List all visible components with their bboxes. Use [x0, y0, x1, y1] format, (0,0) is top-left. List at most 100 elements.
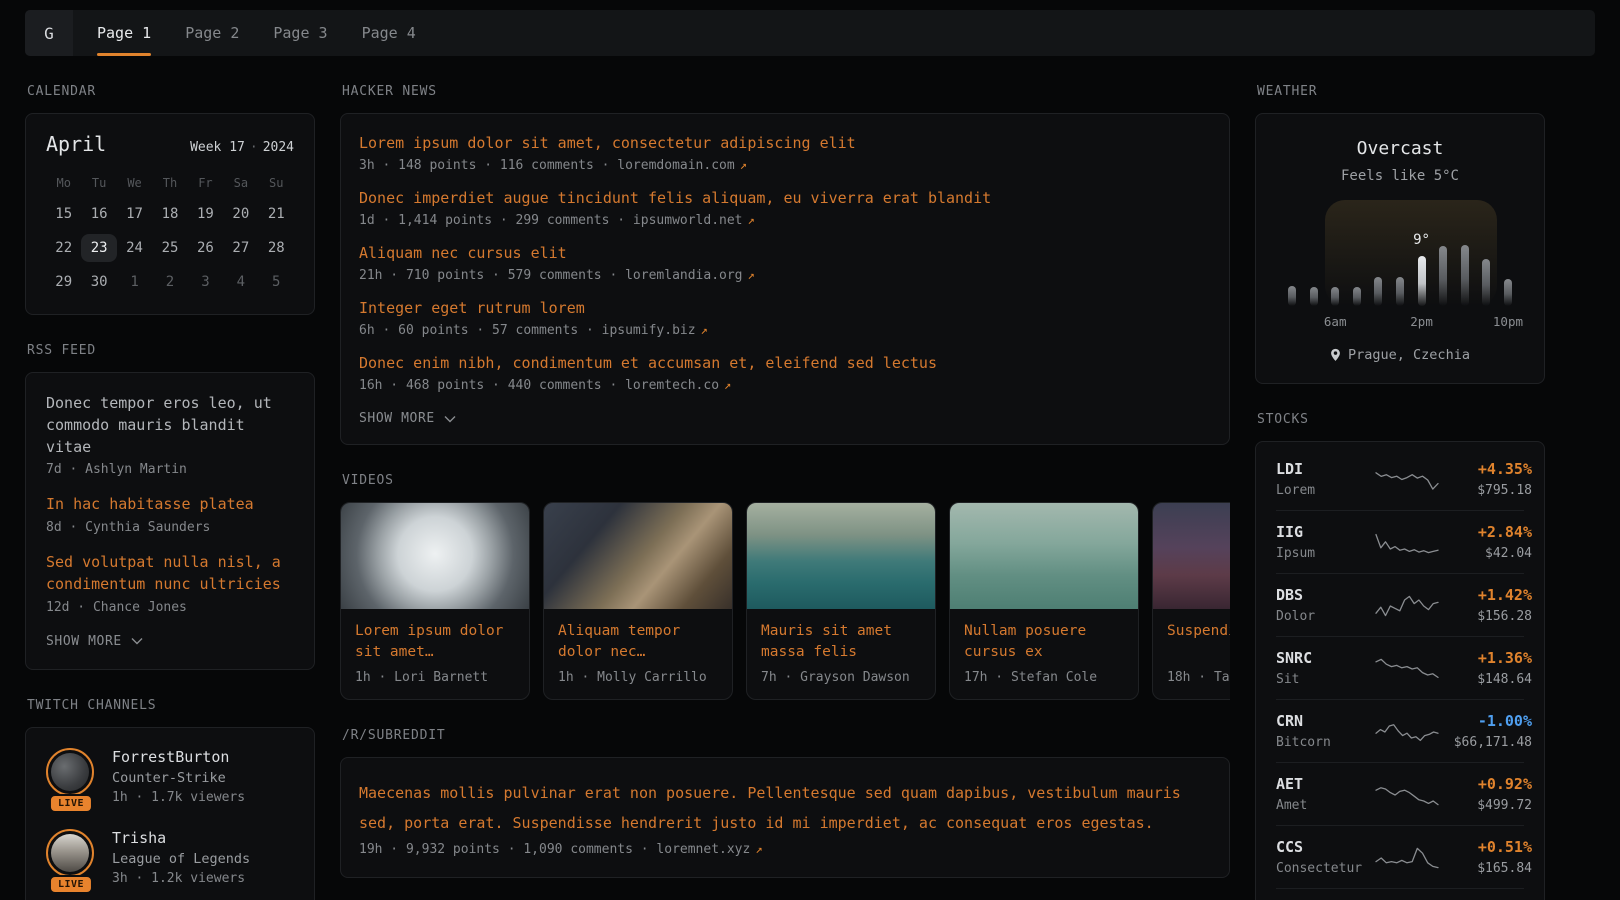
- video-thumbnail[interactable]: [544, 503, 732, 609]
- tab-page-1[interactable]: Page 1: [97, 10, 151, 56]
- calendar-card: April Week 17·2024 MoTuWeThFrSaSu1516171…: [25, 113, 315, 315]
- twitch-channel-info: TrishaLeague of Legends3h · 1.2k viewers: [112, 829, 250, 886]
- weather-widget: WEATHER Overcast Feels like 5°C 9° 6am2p…: [1255, 84, 1545, 384]
- video-thumbnail[interactable]: [950, 503, 1138, 609]
- weather-bar-slot: 9°: [1412, 210, 1432, 306]
- stock-name: Sit: [1276, 672, 1374, 687]
- stocks-widget: STOCKS LDILorem+4.35%$795.18IIGIpsum+2.8…: [1255, 412, 1545, 900]
- weather-section-label: WEATHER: [1257, 84, 1545, 99]
- video-info: Nullam posuere cursus ex17h · Stefan Col…: [950, 609, 1138, 699]
- weather-condition: Overcast: [1274, 138, 1526, 159]
- twitch-channel[interactable]: LIVETrishaLeague of Legends3h · 1.2k vie…: [46, 829, 294, 886]
- tab-page-3[interactable]: Page 3: [273, 10, 327, 56]
- stock-identity: CRNBitcorn: [1276, 712, 1374, 750]
- tab-page-4[interactable]: Page 4: [362, 10, 416, 56]
- stock-symbol[interactable]: IIG: [1276, 523, 1374, 541]
- video-thumbnail[interactable]: [1153, 503, 1230, 609]
- stock-symbol[interactable]: CRN: [1276, 712, 1374, 730]
- calendar-day: 1: [117, 268, 152, 296]
- weather-bar: [1374, 277, 1382, 306]
- stock-row[interactable]: DBSDolor+1.42%$156.28: [1276, 573, 1524, 636]
- calendar-day: 27: [223, 234, 258, 262]
- twitch-channel-game: Counter-Strike: [112, 770, 245, 786]
- calendar-day: 28: [259, 234, 294, 262]
- hn-item-meta: 16h · 468 points · 440 comments · loremt…: [359, 378, 1211, 393]
- stock-sparkline: [1374, 527, 1440, 557]
- weather-bar-slot: [1433, 210, 1453, 306]
- app-logo[interactable]: G: [25, 10, 73, 56]
- stock-row[interactable]: AETAmet+0.92%$499.72: [1276, 762, 1524, 825]
- stock-row[interactable]: SNRCSit+1.36%$148.64: [1276, 636, 1524, 699]
- subreddit-post-link[interactable]: Maecenas mollis pulvinar erat non posuer…: [359, 778, 1211, 838]
- stock-sparkline: [1374, 716, 1440, 746]
- calendar-day: 18: [152, 200, 187, 228]
- twitch-channel-name[interactable]: ForrestBurton: [112, 748, 245, 766]
- avatar-ring: [46, 829, 94, 877]
- stock-row[interactable]: IIGIpsum+2.84%$42.04: [1276, 510, 1524, 573]
- hn-item-link[interactable]: Integer eget rutrum lorem: [359, 299, 1211, 317]
- video-title: Aliquam tempor dolor nec pharetra…: [558, 621, 718, 663]
- video-card[interactable]: Lorem ipsum dolor sit amet consectetu…1h…: [340, 502, 530, 700]
- weather-hourly-chart: 9°: [1282, 210, 1518, 306]
- video-thumbnail[interactable]: [341, 503, 529, 609]
- tab-page-2[interactable]: Page 2: [185, 10, 239, 56]
- video-card[interactable]: Aliquam tempor dolor nec pharetra…1h · M…: [543, 502, 733, 700]
- video-card[interactable]: Mauris sit amet massa felis7h · Grayson …: [746, 502, 936, 700]
- stock-row[interactable]: LDILorem+4.35%$795.18: [1276, 448, 1524, 510]
- weather-bar-slot: [1347, 210, 1367, 306]
- stock-symbol[interactable]: LDI: [1276, 460, 1374, 478]
- calendar-weekday: Mo: [46, 172, 81, 194]
- stock-symbol[interactable]: DBS: [1276, 586, 1374, 604]
- page-tabs: Page 1 Page 2 Page 3 Page 4: [97, 10, 416, 56]
- stock-values: +1.36%$148.64: [1440, 649, 1532, 687]
- stock-name: Dolor: [1276, 609, 1374, 624]
- external-link-icon: ↗: [740, 158, 747, 172]
- rss-item-meta: 8d · Cynthia Saunders: [46, 520, 294, 535]
- stock-symbol[interactable]: SNRC: [1276, 649, 1374, 667]
- stock-change: +1.42%: [1440, 586, 1532, 604]
- hacker-news-card: Lorem ipsum dolor sit amet, consectetur …: [340, 113, 1230, 445]
- stock-sparkline: [1374, 464, 1440, 494]
- weather-time-labels: 6am2pm10pm: [1282, 314, 1518, 329]
- stock-values: +0.92%$499.72: [1440, 775, 1532, 813]
- hn-item-link[interactable]: Aliquam nec cursus elit: [359, 244, 1211, 262]
- video-title: Nullam posuere cursus ex: [964, 621, 1124, 663]
- hn-item: Aliquam nec cursus elit21h · 710 points …: [359, 244, 1211, 283]
- hn-item-meta: 1d · 1,414 points · 299 comments · ipsum…: [359, 213, 1211, 228]
- video-info: Mauris sit amet massa felis7h · Grayson …: [747, 609, 935, 699]
- video-info: Lorem ipsum dolor sit amet consectetu…1h…: [341, 609, 529, 699]
- video-thumbnail[interactable]: [747, 503, 935, 609]
- stocks-section-label: STOCKS: [1257, 412, 1545, 427]
- rss-section-label: RSS FEED: [27, 343, 315, 358]
- stock-row[interactable]: AHS+0.46%: [1276, 888, 1524, 900]
- stock-row[interactable]: CRNBitcorn-1.00%$66,171.48: [1276, 699, 1524, 762]
- stock-row[interactable]: CCSConsectetur+0.51%$165.84: [1276, 825, 1524, 888]
- weather-bar: [1288, 286, 1296, 306]
- rss-item-link[interactable]: Donec tempor eros leo, ut commodo mauris…: [46, 393, 294, 458]
- weather-time-label: [1368, 314, 1388, 329]
- stock-symbol[interactable]: AET: [1276, 775, 1374, 793]
- rss-item-link[interactable]: Sed volutpat nulla nisl, a condimentum n…: [46, 552, 294, 596]
- twitch-channel-name[interactable]: Trisha: [112, 829, 250, 847]
- hn-item-link[interactable]: Donec enim nibh, condimentum et accumsan…: [359, 354, 1211, 372]
- rss-item-link[interactable]: In hac habitasse platea: [46, 494, 294, 516]
- hn-show-more-button[interactable]: SHOW MORE: [359, 409, 456, 426]
- twitch-channel[interactable]: LIVEForrestBurtonCounter-Strike1h · 1.7k…: [46, 748, 294, 805]
- hn-item-link[interactable]: Donec imperdiet augue tincidunt felis al…: [359, 189, 1211, 207]
- video-info: Suspendisse diam18h · Tara: [1153, 609, 1230, 699]
- weather-time-label: 2pm: [1412, 314, 1432, 329]
- avatar: [51, 753, 89, 791]
- video-card[interactable]: Suspendisse diam18h · Tara: [1152, 502, 1230, 700]
- rss-show-more-button[interactable]: SHOW MORE: [46, 632, 143, 649]
- stock-symbol[interactable]: CCS: [1276, 838, 1374, 856]
- stock-sparkline: [1374, 590, 1440, 620]
- calendar-day: 15: [46, 200, 81, 228]
- weather-bar-slot: [1282, 210, 1302, 306]
- rss-widget: RSS FEED Donec tempor eros leo, ut commo…: [25, 343, 315, 670]
- video-title: Mauris sit amet massa felis: [761, 621, 921, 663]
- external-link-icon: ↗: [724, 378, 731, 392]
- stock-price: $795.18: [1440, 483, 1532, 498]
- video-card[interactable]: Nullam posuere cursus ex17h · Stefan Col…: [949, 502, 1139, 700]
- weather-time-label: [1347, 314, 1367, 329]
- hn-item-link[interactable]: Lorem ipsum dolor sit amet, consectetur …: [359, 134, 1211, 152]
